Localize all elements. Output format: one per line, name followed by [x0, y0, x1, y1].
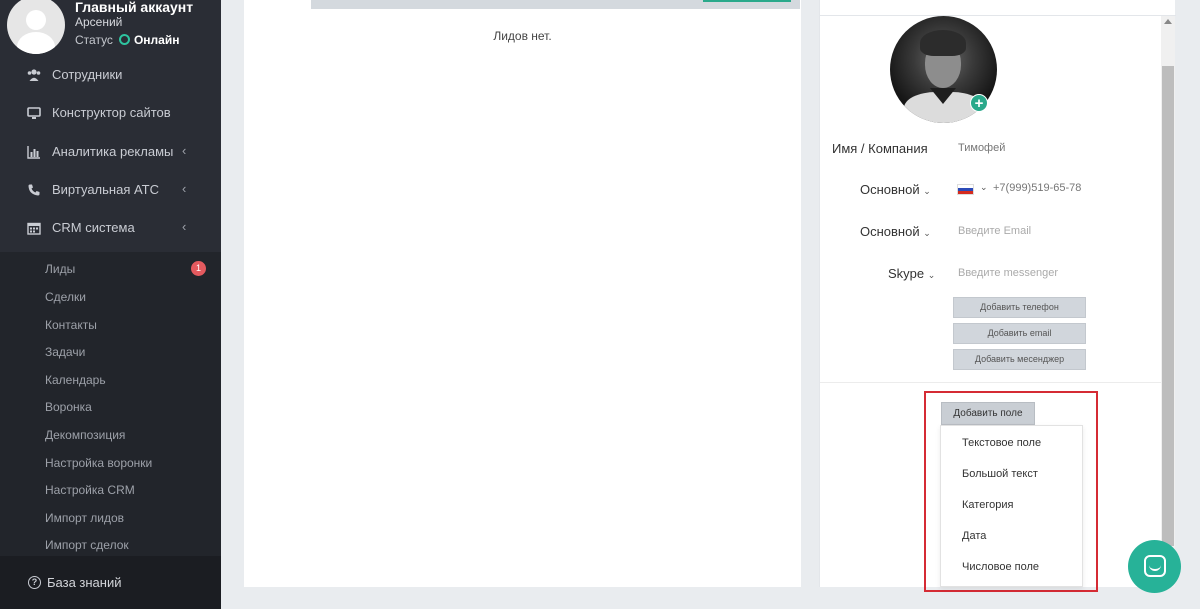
- name-company-input[interactable]: Тимофей: [958, 142, 1005, 154]
- profile-block: Главный аккаунт Арсений Статус Онлайн: [0, 0, 221, 58]
- chat-button[interactable]: [1128, 540, 1181, 593]
- sidebar-item-calendar[interactable]: Календарь: [45, 373, 106, 387]
- email-input[interactable]: Введите Email: [958, 225, 1031, 237]
- email-type-select[interactable]: Основной ⌄: [860, 224, 931, 239]
- status-value[interactable]: Онлайн: [134, 33, 180, 47]
- sidebar: Главный аккаунт Арсений Статус Онлайн Сот…: [0, 0, 221, 609]
- field-type-number[interactable]: Числовое поле: [962, 561, 1039, 573]
- nav-item-virtual-pbx[interactable]: Виртуальная АТС ‹: [0, 171, 221, 209]
- nav-item-label: CRM система: [52, 220, 135, 235]
- nav-item-site-builder[interactable]: Конструктор сайтов: [0, 94, 221, 132]
- flag-stripe-red: [958, 191, 973, 194]
- status-label: Статус: [75, 33, 113, 47]
- chevron-down-icon: ⌄: [923, 186, 931, 196]
- field-type-dropdown: Текстовое поле Большой текст Категория Д…: [940, 425, 1083, 587]
- online-status-icon: [118, 34, 130, 45]
- field-type-category[interactable]: Категория: [962, 499, 1013, 511]
- nav-item-label: Виртуальная АТС: [52, 182, 159, 197]
- chevron-down-icon: ⌄: [923, 228, 931, 238]
- chevron-left-icon: ‹: [182, 181, 187, 196]
- leads-panel: Лидов нет.: [244, 0, 801, 587]
- leads-header-bar: [311, 0, 800, 9]
- phone-input[interactable]: +7(999)519-65-78: [993, 182, 1081, 194]
- field-type-text[interactable]: Текстовое поле: [962, 437, 1041, 449]
- account-title: Главный аккаунт: [75, 0, 194, 15]
- sidebar-item-funnel[interactable]: Воронка: [45, 400, 92, 414]
- sidebar-item-import-deals[interactable]: Импорт сделок: [45, 538, 129, 552]
- chevron-down-icon[interactable]: ⌄: [980, 182, 988, 193]
- leads-header-accent: [703, 0, 791, 2]
- nav-item-ad-analytics[interactable]: Аналитика рекламы ‹: [0, 133, 221, 171]
- messenger-input[interactable]: Введите messenger: [958, 267, 1058, 279]
- field-type-date[interactable]: Дата: [962, 530, 986, 542]
- nav-item-employees[interactable]: Сотрудники: [0, 56, 221, 94]
- phone-icon: [28, 184, 40, 196]
- phone-type-label: Основной: [860, 182, 920, 197]
- users-icon: [27, 69, 41, 81]
- avatar[interactable]: [7, 0, 65, 54]
- empty-leads-text: Лидов нет.: [493, 29, 552, 43]
- status-row: Статус Онлайн: [75, 33, 179, 47]
- contact-panel-scrollbar[interactable]: [1161, 16, 1175, 587]
- messenger-type-select[interactable]: Skype ⌄: [888, 266, 935, 281]
- chevron-left-icon: ‹: [182, 143, 187, 158]
- messenger-type-label: Skype: [888, 266, 925, 281]
- sidebar-item-crm-settings[interactable]: Настройка CRM: [45, 483, 135, 497]
- knowledge-base-label: База знаний: [47, 575, 122, 590]
- leads-count-badge: 1: [191, 261, 206, 276]
- phone-type-select[interactable]: Основной ⌄: [860, 182, 931, 197]
- name-company-label: Имя / Компания: [832, 141, 928, 156]
- chevron-down-icon: ⌄: [927, 270, 936, 280]
- user-name: Арсений: [75, 15, 123, 29]
- photo-hair-shape: [920, 30, 966, 56]
- question-circle-icon: ?: [28, 576, 41, 589]
- add-email-button[interactable]: Добавить email: [953, 323, 1086, 344]
- nav-item-label: Конструктор сайтов: [52, 105, 171, 120]
- sidebar-item-deals[interactable]: Сделки: [45, 290, 86, 304]
- sidebar-item-contacts[interactable]: Контакты: [45, 318, 97, 332]
- nav-item-label: Аналитика рекламы: [52, 144, 174, 159]
- add-photo-plus-icon[interactable]: +: [970, 94, 988, 112]
- scroll-thumb[interactable]: [1162, 66, 1174, 546]
- sidebar-item-leads[interactable]: Лиды: [45, 262, 75, 276]
- add-messenger-button[interactable]: Добавить месенджер: [953, 349, 1086, 370]
- ru-flag-icon[interactable]: [957, 184, 974, 195]
- chevron-left-icon: ‹: [182, 219, 187, 234]
- calendar-icon: [27, 222, 41, 235]
- avatar-body-shape: [17, 32, 55, 54]
- monitor-icon: [27, 107, 41, 119]
- nav-item-crm[interactable]: CRM система ‹: [0, 209, 221, 247]
- bar-chart-icon: [27, 146, 40, 159]
- sidebar-item-decomposition[interactable]: Декомпозиция: [45, 428, 125, 442]
- sidebar-item-tasks[interactable]: Задачи: [45, 345, 85, 359]
- email-type-label: Основной: [860, 224, 920, 239]
- nav-item-label: Сотрудники: [52, 67, 123, 82]
- sidebar-item-import-leads[interactable]: Импорт лидов: [45, 511, 124, 525]
- field-type-large-text[interactable]: Большой текст: [962, 468, 1038, 480]
- knowledge-base-link[interactable]: ? База знаний: [0, 556, 221, 609]
- add-phone-button[interactable]: Добавить телефон: [953, 297, 1086, 318]
- contact-panel-header: [820, 0, 1176, 16]
- sidebar-item-funnel-settings[interactable]: Настройка воронки: [45, 456, 152, 470]
- section-divider: [820, 382, 1161, 383]
- scroll-up-arrow-icon[interactable]: [1164, 19, 1172, 24]
- avatar-head-shape: [26, 10, 46, 30]
- add-field-button[interactable]: Добавить поле: [941, 402, 1035, 425]
